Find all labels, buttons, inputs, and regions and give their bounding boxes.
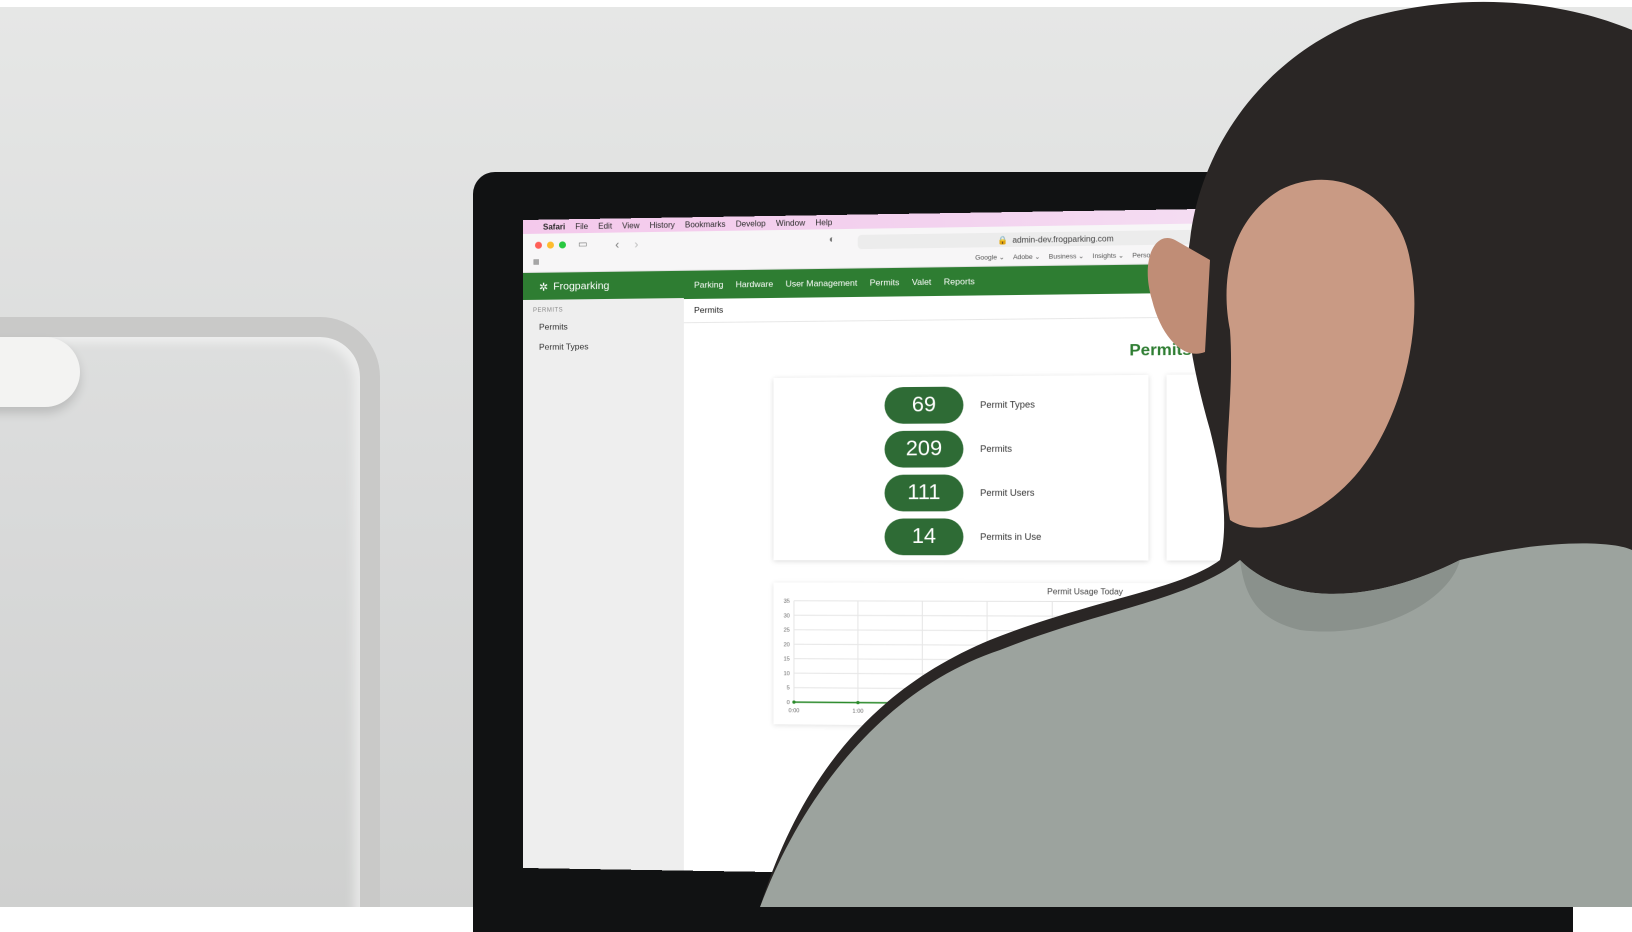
page-title: Permits xyxy=(1129,341,1192,360)
stat-row-permit-users[interactable]: 111 Permit Users xyxy=(884,474,1035,512)
y-tick-label: 15 xyxy=(784,657,790,663)
fav-google[interactable]: Google ⌄ xyxy=(975,253,1004,262)
gridline-y xyxy=(794,615,1268,617)
stat-label: Permit Users xyxy=(980,487,1035,498)
stat-row-permits-in-use[interactable]: 14 Permits in Use xyxy=(884,518,1042,556)
stat-label: Permits xyxy=(980,443,1013,454)
fav-insights[interactable]: Insights ⌄ xyxy=(1093,251,1124,261)
y-tick-label: 0 xyxy=(787,700,790,706)
sidebar-item-permits[interactable]: Permits xyxy=(539,320,684,332)
y-tick-label: 5 xyxy=(787,686,790,692)
y-tick-label: 30 xyxy=(784,613,790,619)
y-tick-label: 35 xyxy=(784,599,790,605)
x-tick-label: 4:00 xyxy=(1047,710,1058,716)
x-tick-label: 2:00 xyxy=(917,709,928,715)
permit-usage-chart: 0 5 10 15 20 25 30 35 0:00 1:00 2:00 3:00 4:00 5:00 6:… xyxy=(784,599,1268,718)
frogparking-logo[interactable]: ✲ Frogparking xyxy=(539,279,609,293)
lock-icon: 🔒 xyxy=(997,235,1009,245)
x-tick-label: 7:00 xyxy=(1245,712,1256,718)
zoom-window-button[interactable] xyxy=(558,241,566,249)
menu-view[interactable]: View xyxy=(622,221,639,230)
usage-data-point xyxy=(1050,702,1054,706)
gridline-y xyxy=(794,659,1268,662)
menu-history[interactable]: History xyxy=(650,220,675,229)
sidebar-toggle-icon[interactable]: ▭ xyxy=(578,239,587,250)
stat-value-badge: 69 xyxy=(884,386,964,424)
address-bar[interactable]: 🔒 admin-dev.frogparking.com xyxy=(857,228,1258,250)
x-tick-label: 5:00 xyxy=(1112,711,1123,717)
menu-file[interactable]: File xyxy=(575,221,588,230)
permit-usage-chart-card: Permit Usage Today 0 5 10 15 20 25 30 35 0:00 1:0… xyxy=(773,582,1268,730)
stat-label: Permit Types xyxy=(980,399,1035,411)
main-panel: Permits Permits 69 Permit Types 209 Perm… xyxy=(683,290,1268,880)
main-nav: Parking Hardware User Management Permits… xyxy=(694,276,975,290)
sidebar: PERMITS Permits Permit Types xyxy=(523,298,684,871)
x-tick-label: 3:00 xyxy=(981,710,992,716)
sidebar-heading: PERMITS xyxy=(532,307,564,314)
url-text: admin-dev.frogparking.com xyxy=(1012,233,1114,245)
stat-label: Permits in Use xyxy=(980,531,1042,542)
sidebar-item-permit-types[interactable]: Permit Types xyxy=(539,340,684,352)
nav-reports[interactable]: Reports xyxy=(944,276,975,287)
y-tick-label: 25 xyxy=(784,628,790,634)
x-tick-label: 6:00 xyxy=(1178,711,1189,717)
nav-hardware[interactable]: Hardware xyxy=(736,279,774,290)
desk-lamp-arm xyxy=(0,317,380,907)
logo-text: Frogparking xyxy=(553,279,610,293)
breadcrumb-current[interactable]: Permits xyxy=(694,305,723,315)
stat-value-badge: 111 xyxy=(884,474,964,512)
menu-edit[interactable]: Edit xyxy=(598,221,612,230)
y-tick-label: 10 xyxy=(784,671,790,677)
secondary-stats-card xyxy=(1166,372,1268,561)
stat-value-badge: 209 xyxy=(884,430,964,468)
stat-row-permit-types[interactable]: 69 Permit Types xyxy=(884,386,1035,424)
menu-bookmarks[interactable]: Bookmarks xyxy=(685,219,726,229)
stat-value-badge: 14 xyxy=(884,518,964,556)
x-tick-label: 0:00 xyxy=(788,708,799,714)
gridline-y xyxy=(794,644,1268,647)
privacy-shield-icon[interactable]: ◐ xyxy=(829,234,835,245)
monitor-screen: Safari File Edit View History Bookmarks … xyxy=(523,207,1268,881)
gridline-y xyxy=(794,601,1268,603)
usage-data-point xyxy=(1116,611,1120,616)
window-controls xyxy=(534,241,566,249)
fav-personal[interactable]: Personal ⌄ xyxy=(1132,251,1167,260)
fav-keep-for-later[interactable]: Keep for l xyxy=(1232,250,1262,259)
menu-safari[interactable]: Safari xyxy=(543,222,565,231)
minimize-window-button[interactable] xyxy=(546,241,554,249)
gridline-y xyxy=(794,688,1268,692)
menu-develop[interactable]: Develop xyxy=(736,219,766,229)
back-icon[interactable]: ‹ xyxy=(615,238,619,252)
usage-data-point xyxy=(1248,668,1253,672)
menu-window[interactable]: Window xyxy=(776,218,805,228)
stat-row-permits[interactable]: 209 Permits xyxy=(884,430,1013,468)
close-window-button[interactable] xyxy=(534,241,542,249)
fav-adobe[interactable]: Adobe ⌄ xyxy=(1013,253,1040,262)
x-tick-label: 1:00 xyxy=(852,709,863,715)
desk-lamp-head xyxy=(0,337,80,407)
nav-valet[interactable]: Valet xyxy=(912,277,931,287)
nav-parking[interactable]: Parking xyxy=(694,279,723,289)
usage-data-point xyxy=(1182,673,1186,678)
frog-logo-icon: ✲ xyxy=(538,281,549,294)
usage-series-line xyxy=(794,612,1268,714)
tab-grid-icon[interactable]: ▦ xyxy=(533,258,540,266)
fav-social-media[interactable]: Social Media ⌄ xyxy=(1176,250,1223,259)
menu-help[interactable]: Help xyxy=(815,218,832,227)
y-tick-label: 20 xyxy=(784,642,790,648)
permit-stats-card: 69 Permit Types 209 Permits 111 Permit U… xyxy=(773,374,1149,561)
usage-data-point xyxy=(856,700,860,705)
usage-data-point xyxy=(985,701,989,706)
forward-icon[interactable]: › xyxy=(634,237,638,251)
gridline-y xyxy=(794,630,1268,632)
usage-data-point xyxy=(920,701,924,705)
page-content: PERMITS Permits Permit Types Permits Per… xyxy=(523,290,1268,880)
favorites-bar: Google ⌄ Adobe ⌄ Business ⌄ Insights ⌄ P… xyxy=(975,250,1261,262)
gridline-y xyxy=(794,673,1268,677)
nav-user-management[interactable]: User Management xyxy=(785,278,857,289)
fav-business[interactable]: Business ⌄ xyxy=(1049,252,1084,261)
usage-data-point xyxy=(792,700,796,704)
nav-permits[interactable]: Permits xyxy=(870,277,900,288)
